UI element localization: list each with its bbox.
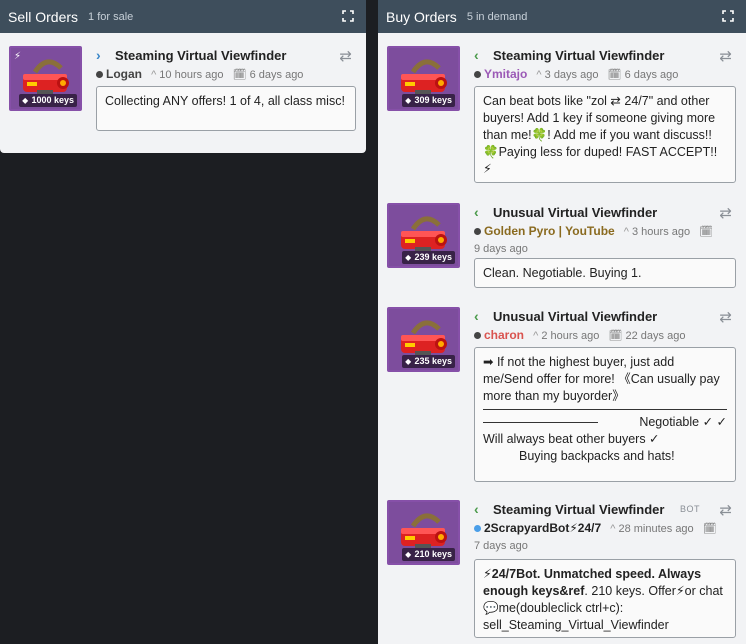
order-message: Can beat bots like "zol ⇄ 24/7" and othe…: [474, 86, 736, 183]
caret-up-icon: ^: [536, 69, 542, 81]
order-meta: Logan ^ 10 hours ago 🗓 6 days ago: [96, 66, 356, 84]
status-dot: [96, 71, 103, 78]
order-header: › Steaming Virtual Viewfinder ⇄ Logan ^ …: [96, 46, 356, 84]
order-meta: 2ScrapyardBot⚡24/7 ^ 28 minutes ago 🗓 7 …: [474, 520, 736, 555]
divider: [483, 409, 727, 410]
online-status-dot: [474, 525, 481, 532]
order-message: Collecting ANY offers! 1 of 4, all class…: [96, 86, 356, 131]
item-thumbnail[interactable]: ⚡ ⬥ 1000 keys: [9, 46, 82, 111]
message-line: ➡ If not the highest buyer, just add me/…: [483, 355, 720, 403]
order-meta: Golden Pyro | YouTube ^ 3 hours ago 🗓 9 …: [474, 223, 736, 258]
item-name[interactable]: Steaming Virtual Viewfinder: [493, 48, 664, 63]
chevron-right-icon: ›: [96, 47, 101, 63]
order-header: ‹ Steaming Virtual Viewfinder ⇄ Ymitajo …: [474, 46, 736, 84]
bumped-time: 3 days ago: [544, 69, 599, 81]
listed-time: 6 days ago: [249, 69, 304, 81]
status-dot: [474, 332, 481, 339]
divider: [483, 422, 598, 431]
swap-arrows-icon[interactable]: ⇄: [719, 308, 732, 326]
user-name[interactable]: Golden Pyro | YouTube: [484, 224, 615, 238]
price-text: 309 keys: [414, 95, 452, 105]
order-header: ‹ Steaming Virtual Viewfinder BOT ⇄ 2Scr…: [474, 500, 736, 555]
price-tag-icon: ⬥: [405, 357, 411, 366]
message-line: Negotiable ✓ ✓: [639, 415, 727, 429]
sell-orders-count: 1 for sale: [88, 10, 134, 23]
chevron-left-icon: ‹: [474, 308, 479, 324]
sell-orders-header: Sell Orders 1 for sale: [0, 0, 366, 33]
price-badge: ⬥ 210 keys: [402, 548, 455, 561]
price-text: 239 keys: [414, 252, 452, 262]
item-thumbnail[interactable]: ⬥ 309 keys: [387, 46, 460, 111]
item-name[interactable]: Unusual Virtual Viewfinder: [493, 309, 657, 324]
listed-time: 22 days ago: [625, 330, 686, 342]
price-badge: ⬥ 235 keys: [402, 355, 455, 368]
bumped-time: 28 minutes ago: [618, 523, 694, 535]
listed-time: 6 days ago: [624, 69, 679, 81]
user-name[interactable]: Logan: [106, 67, 142, 81]
item-name[interactable]: Unusual Virtual Viewfinder: [493, 205, 657, 220]
price-tag-icon: ⬥: [22, 96, 28, 105]
calendar-icon: 🗓: [699, 226, 714, 238]
expand-icon[interactable]: [342, 10, 354, 22]
price-badge: ⬥ 309 keys: [402, 94, 455, 107]
status-dot: [474, 71, 481, 78]
price-text: 235 keys: [414, 356, 452, 366]
calendar-icon: 🗓: [702, 523, 717, 535]
item-name[interactable]: Steaming Virtual Viewfinder: [115, 48, 286, 63]
buy-orders-count: 5 in demand: [466, 10, 528, 23]
price-tag-icon: ⬥: [405, 96, 411, 105]
price-text: 1000 keys: [31, 95, 74, 105]
listed-time: 7 days ago: [474, 540, 528, 552]
order-message: Clean. Negotiable. Buying 1.: [474, 258, 736, 288]
chevron-left-icon: ‹: [474, 204, 479, 220]
order-meta: Ymitajo ^ 3 days ago 🗓 6 days ago: [474, 66, 736, 84]
price-badge: ⬥ 239 keys: [402, 251, 455, 264]
price-text: 210 keys: [414, 549, 452, 559]
caret-up-icon: ^: [623, 226, 629, 238]
user-name[interactable]: 2ScrapyardBot⚡24/7: [484, 521, 601, 535]
buy-orders-title: Buy Orders: [386, 8, 457, 25]
caret-up-icon: ^: [533, 330, 539, 342]
calendar-icon: 🗓: [232, 69, 247, 81]
price-badge: ⬥ 1000 keys: [19, 94, 77, 107]
listed-time: 9 days ago: [474, 243, 528, 255]
sell-orders-panel: Sell Orders 1 for sale ⚡ ⬥ 1000 keys › S…: [0, 0, 366, 153]
chevron-left-icon: ‹: [474, 501, 479, 517]
user-name[interactable]: charon: [484, 328, 524, 342]
item-name[interactable]: Steaming Virtual Viewfinder: [493, 502, 664, 517]
status-dot: [474, 228, 481, 235]
buy-orders-panel: Buy Orders 5 in demand ⬥ 309 keys ‹ Stea…: [378, 0, 746, 644]
bot-badge: BOT: [679, 504, 700, 514]
price-tag-icon: ⬥: [405, 550, 411, 559]
item-thumbnail[interactable]: ⬥ 210 keys: [387, 500, 460, 565]
price-tag-icon: ⬥: [405, 253, 411, 262]
order-header: ‹ Unusual Virtual Viewfinder ⇄ Golden Py…: [474, 203, 736, 258]
swap-arrows-icon[interactable]: ⇄: [719, 47, 732, 65]
expand-icon[interactable]: [722, 10, 734, 22]
swap-arrows-icon[interactable]: ⇄: [719, 204, 732, 222]
order-message: ➡ If not the highest buyer, just add me/…: [474, 347, 736, 482]
swap-arrows-icon[interactable]: ⇄: [339, 47, 352, 65]
message-line: Will always beat other buyers ✓: [483, 432, 660, 446]
caret-up-icon: ^: [151, 69, 157, 81]
calendar-icon: 🗓: [607, 69, 622, 81]
buy-orders-header: Buy Orders 5 in demand: [378, 0, 746, 33]
user-name[interactable]: Ymitajo: [484, 67, 527, 81]
bumped-time: 10 hours ago: [159, 69, 224, 81]
order-meta: charon ^ 2 hours ago 🗓 22 days ago: [474, 327, 736, 345]
calendar-icon: 🗓: [608, 330, 623, 342]
bumped-time: 2 hours ago: [541, 330, 600, 342]
item-thumbnail[interactable]: ⬥ 235 keys: [387, 307, 460, 372]
swap-arrows-icon[interactable]: ⇄: [719, 501, 732, 519]
order-message: ⚡24/7Bot. Unmatched speed. Always enough…: [474, 559, 736, 638]
item-thumbnail[interactable]: ⬥ 239 keys: [387, 203, 460, 268]
order-header: ‹ Unusual Virtual Viewfinder ⇄ charon ^ …: [474, 307, 736, 345]
sell-orders-title: Sell Orders: [8, 8, 79, 25]
bumped-time: 3 hours ago: [632, 226, 691, 238]
chevron-left-icon: ‹: [474, 47, 479, 63]
message-line: Buying backpacks and hats!: [519, 449, 675, 463]
caret-up-icon: ^: [610, 523, 616, 535]
